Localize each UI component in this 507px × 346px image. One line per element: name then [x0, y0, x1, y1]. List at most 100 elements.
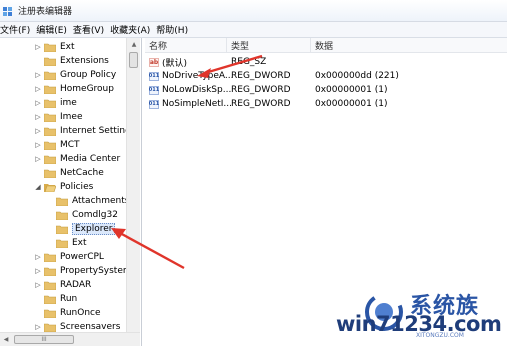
tree-item-label: Ext	[60, 42, 75, 52]
folder-icon	[44, 169, 56, 178]
folder-icon	[44, 43, 56, 52]
tree-item-policies[interactable]: ◢ Policies	[34, 180, 93, 194]
expand-arrow-icon[interactable]: ▷	[34, 96, 42, 110]
expand-placeholder	[34, 166, 42, 180]
folder-icon	[44, 267, 56, 276]
collapse-arrow-icon[interactable]: ◢	[34, 180, 42, 194]
value-type: REG_SZ	[231, 57, 267, 67]
folder-icon	[44, 127, 56, 136]
expand-arrow-icon[interactable]: ▷	[34, 124, 42, 138]
title-bar: 注册表编辑器	[0, 0, 507, 22]
tree-item-run[interactable]: Run	[34, 292, 77, 306]
tree-item-imee[interactable]: ▷ Imee	[34, 110, 82, 124]
expand-placeholder	[46, 194, 54, 208]
tree-item-radar[interactable]: ▷ RADAR	[34, 278, 91, 292]
expand-arrow-icon[interactable]: ▷	[34, 40, 42, 54]
tree-item-ext[interactable]: ▷ Ext	[34, 40, 75, 54]
regedit-icon	[2, 5, 14, 17]
folder-icon	[44, 113, 56, 122]
expand-arrow-icon[interactable]: ▷	[34, 264, 42, 278]
value-name-cell: 011 NoLowDiskSp...	[148, 83, 232, 97]
window-title: 注册表编辑器	[18, 7, 73, 17]
tree-item-label: Ext	[72, 238, 87, 248]
menu-file[interactable]: 文件(F)	[0, 23, 33, 36]
table-row[interactable]: 011 NoLowDiskSp... REG_DWORD 0x00000001 …	[145, 83, 507, 97]
string-value-icon: ab	[149, 57, 159, 67]
table-row[interactable]: 011 NoSimpleNetI... REG_DWORD 0x00000001…	[145, 97, 507, 111]
value-name: NoDriveTypeA...	[162, 71, 234, 81]
folder-icon	[44, 57, 56, 66]
folder-icon	[56, 197, 68, 206]
column-header-type[interactable]: 类型	[227, 38, 311, 53]
tree-item-comdlg32[interactable]: Comdlg32	[46, 208, 118, 222]
scroll-left-arrow-icon[interactable]: ◀	[0, 333, 12, 346]
folder-icon	[44, 295, 56, 304]
tree-item-propertysystem[interactable]: ▷ PropertySystem	[34, 264, 132, 278]
tree-item-label: HomeGroup	[60, 84, 114, 94]
watermark-url: XITONGZU.COM	[416, 332, 464, 339]
menu-favorites[interactable]: 收藏夹(A)	[107, 23, 153, 36]
tree-item-label: Group Policy	[60, 70, 117, 80]
tree-item-label: Media Center	[60, 154, 121, 164]
key-tree-pane: ▷ Ext Extensions ▷ Group Policy ▷ HomeGr…	[0, 38, 142, 346]
expand-placeholder	[34, 306, 42, 320]
tree-item-homegroup[interactable]: ▷ HomeGroup	[34, 82, 114, 96]
scroll-thumb[interactable]	[129, 52, 138, 68]
folder-icon	[56, 239, 68, 248]
value-name: NoLowDiskSp...	[162, 85, 232, 95]
tree-item-media-center[interactable]: ▷ Media Center	[34, 152, 120, 166]
folder-icon	[44, 281, 56, 290]
tree-item-label: RunOnce	[60, 308, 101, 318]
expand-placeholder	[46, 236, 54, 250]
tree-item-netcache[interactable]: NetCache	[34, 166, 104, 180]
tree-item-explorer[interactable]: Explorer	[46, 222, 116, 236]
tree-horizontal-scrollbar[interactable]: ◀ III	[0, 332, 140, 346]
tree-item-internet-settings[interactable]: ▷ Internet Settings	[34, 124, 135, 138]
tree-item-label: PropertySystem	[60, 266, 132, 276]
tree-item-ime[interactable]: ▷ ime	[34, 96, 77, 110]
tree-item-runonce[interactable]: RunOnce	[34, 306, 101, 320]
expand-arrow-icon[interactable]: ▷	[34, 138, 42, 152]
tree-item-mct[interactable]: ▷ MCT	[34, 138, 80, 152]
expand-arrow-icon[interactable]: ▷	[34, 152, 42, 166]
table-row[interactable]: 011 NoDriveTypeA... REG_DWORD 0x000000dd…	[145, 69, 507, 83]
tree-item-label: Extensions	[60, 56, 109, 66]
folder-icon	[56, 225, 68, 234]
value-name-cell: 011 NoSimpleNetI...	[149, 97, 232, 111]
folder-icon	[56, 211, 68, 220]
menu-edit[interactable]: 编辑(E)	[33, 23, 70, 36]
expand-arrow-icon[interactable]: ▷	[34, 110, 42, 124]
value-name: NoSimpleNetI...	[162, 99, 233, 109]
column-header-row: 名称 类型 数据	[145, 38, 507, 53]
tree-item-powercpl[interactable]: ▷ PowerCPL	[34, 250, 104, 264]
folder-icon	[44, 85, 56, 94]
column-header-data[interactable]: 数据	[311, 38, 507, 53]
value-data: 0x00000001 (1)	[315, 85, 388, 95]
tree-item-attachments[interactable]: Attachments	[46, 194, 129, 208]
tree-item-extensions[interactable]: Extensions	[34, 54, 109, 68]
tree-item-ext-sub[interactable]: Ext	[46, 236, 87, 250]
menu-view[interactable]: 查看(V)	[70, 23, 107, 36]
expand-arrow-icon[interactable]: ▷	[34, 250, 42, 264]
tree-item-label: MCT	[60, 140, 80, 150]
tree-vertical-scrollbar[interactable]: ▲	[126, 38, 140, 332]
expand-arrow-icon[interactable]: ▷	[34, 278, 42, 292]
menu-help[interactable]: 帮助(H)	[153, 23, 191, 36]
open-folder-icon	[44, 183, 56, 192]
value-type: REG_DWORD	[231, 85, 291, 95]
scroll-thumb[interactable]: III	[14, 335, 74, 344]
expand-arrow-icon[interactable]: ▷	[34, 68, 42, 82]
dword-value-icon: 011	[148, 99, 160, 109]
expand-arrow-icon[interactable]: ▷	[34, 82, 42, 96]
scroll-up-arrow-icon[interactable]: ▲	[127, 38, 141, 50]
dword-value-icon: 011	[148, 85, 160, 95]
folder-icon	[44, 71, 56, 80]
tree-item-label: PowerCPL	[60, 252, 104, 262]
folder-icon	[44, 155, 56, 164]
column-header-name[interactable]: 名称	[145, 38, 227, 53]
table-row[interactable]: ab (默认) REG_SZ	[145, 55, 507, 69]
tree-item-group-policy[interactable]: ▷ Group Policy	[34, 68, 116, 82]
value-name-cell: ab (默认)	[149, 55, 187, 69]
expand-placeholder	[46, 208, 54, 222]
folder-icon	[44, 253, 56, 262]
